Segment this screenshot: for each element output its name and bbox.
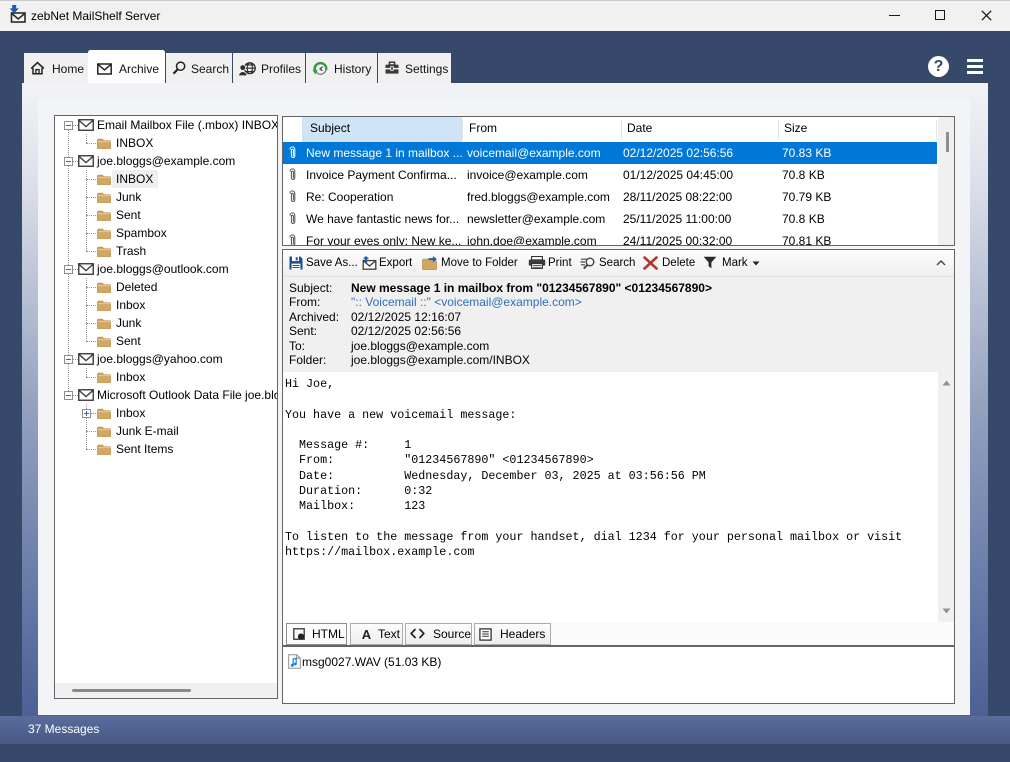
svg-text:A: A — [362, 628, 372, 641]
